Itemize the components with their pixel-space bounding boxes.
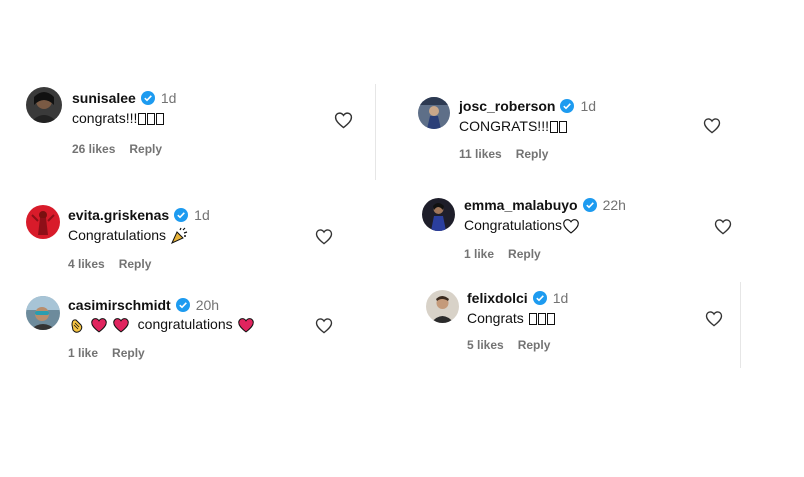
reply-button[interactable]: Reply [508,247,541,261]
likes-count[interactable]: 26 likes [72,142,115,156]
comment-text: Congratulations [464,217,580,234]
likes-count[interactable]: 4 likes [68,257,105,271]
comment-text-content: congrats!!! [72,110,138,126]
column-divider-bottom [740,282,741,368]
comment-time[interactable]: 1d [553,290,569,306]
comment-meta: 4 likes Reply [68,257,151,271]
comment-header: josc_roberson 1d [459,98,596,114]
column-divider-top [375,84,376,180]
missing-glyph-icon [156,113,165,126]
comment-text-content: congratulations [137,316,233,332]
comment-meta: 1 like Reply [464,247,541,261]
like-heart-icon[interactable] [705,310,723,327]
comment-text: congrats!!! [72,110,165,126]
reply-button[interactable]: Reply [129,142,162,156]
comment-time[interactable]: 1d [194,207,210,223]
reply-button[interactable]: Reply [112,346,145,360]
comment-text: CONGRATS!!! [459,118,567,134]
username[interactable]: evita.griskenas [68,207,169,223]
red-heart-emoji-icon [237,317,255,333]
comment-header: felixdolci 1d [467,290,568,306]
comment-header: emma_malabuyo 22h [464,197,626,213]
likes-count[interactable]: 11 likes [459,147,502,161]
missing-glyph-icon [546,313,555,326]
reply-button[interactable]: Reply [516,147,549,161]
verified-badge-icon [582,198,597,212]
comment-text-content: Congratulations [464,217,563,233]
verified-badge-icon [560,99,575,113]
avatar[interactable] [26,205,60,239]
verified-badge-icon [532,291,547,305]
party-popper-emoji-icon [170,227,188,245]
comment-text-content: CONGRATS!!! [459,118,549,134]
comment-meta: 11 likes Reply [459,147,548,161]
avatar[interactable] [418,97,450,129]
likes-count[interactable]: 5 likes [467,338,504,352]
likes-count[interactable]: 1 like [464,247,494,261]
white-heart-emoji-icon [562,218,580,234]
verified-badge-icon [140,91,155,105]
missing-glyph-icon [138,113,147,126]
username[interactable]: josc_roberson [459,98,555,114]
avatar[interactable] [426,290,459,323]
reply-button[interactable]: Reply [119,257,152,271]
verified-badge-icon [174,208,189,222]
username[interactable]: felixdolci [467,290,528,306]
comment-time[interactable]: 22h [603,197,626,213]
username[interactable]: casimirschmidt [68,297,171,313]
like-heart-icon[interactable] [315,317,333,334]
comment-meta: 1 like Reply [68,346,145,360]
comment-text-content: Congrats [467,310,524,326]
verified-badge-icon [175,298,190,312]
like-heart-icon[interactable] [703,117,721,134]
comment-text: Congratulations [68,227,188,245]
username[interactable]: emma_malabuyo [464,197,578,213]
avatar[interactable] [26,296,60,330]
comment-text: Congrats [467,310,555,326]
red-heart-emoji-icon [90,317,108,333]
comment-meta: 5 likes Reply [467,338,550,352]
missing-glyph-icon [528,313,537,326]
comment-text: congratulations [68,316,255,334]
like-heart-icon[interactable] [334,111,353,129]
comment-time[interactable]: 1d [161,90,177,106]
missing-glyph-icon [558,121,567,134]
comment-header: sunisalee 1d [72,90,176,106]
comment-time[interactable]: 20h [196,297,219,313]
clapping-hands-emoji-icon [68,316,86,334]
likes-count[interactable]: 1 like [68,346,98,360]
username[interactable]: sunisalee [72,90,136,106]
comment-text-content: Congratulations [68,227,167,243]
comment-header: casimirschmidt 20h [68,297,219,313]
like-heart-icon[interactable] [714,218,732,235]
red-heart-emoji-icon [112,317,130,333]
comment-meta: 26 likes Reply [72,142,162,156]
missing-glyph-icon [549,121,558,134]
missing-glyph-icon [147,113,156,126]
reply-button[interactable]: Reply [518,338,551,352]
avatar[interactable] [422,198,455,231]
like-heart-icon[interactable] [315,228,333,245]
comment-time[interactable]: 1d [580,98,596,114]
missing-glyph-icon [537,313,546,326]
avatar[interactable] [26,87,62,123]
comment-header: evita.griskenas 1d [68,207,210,223]
